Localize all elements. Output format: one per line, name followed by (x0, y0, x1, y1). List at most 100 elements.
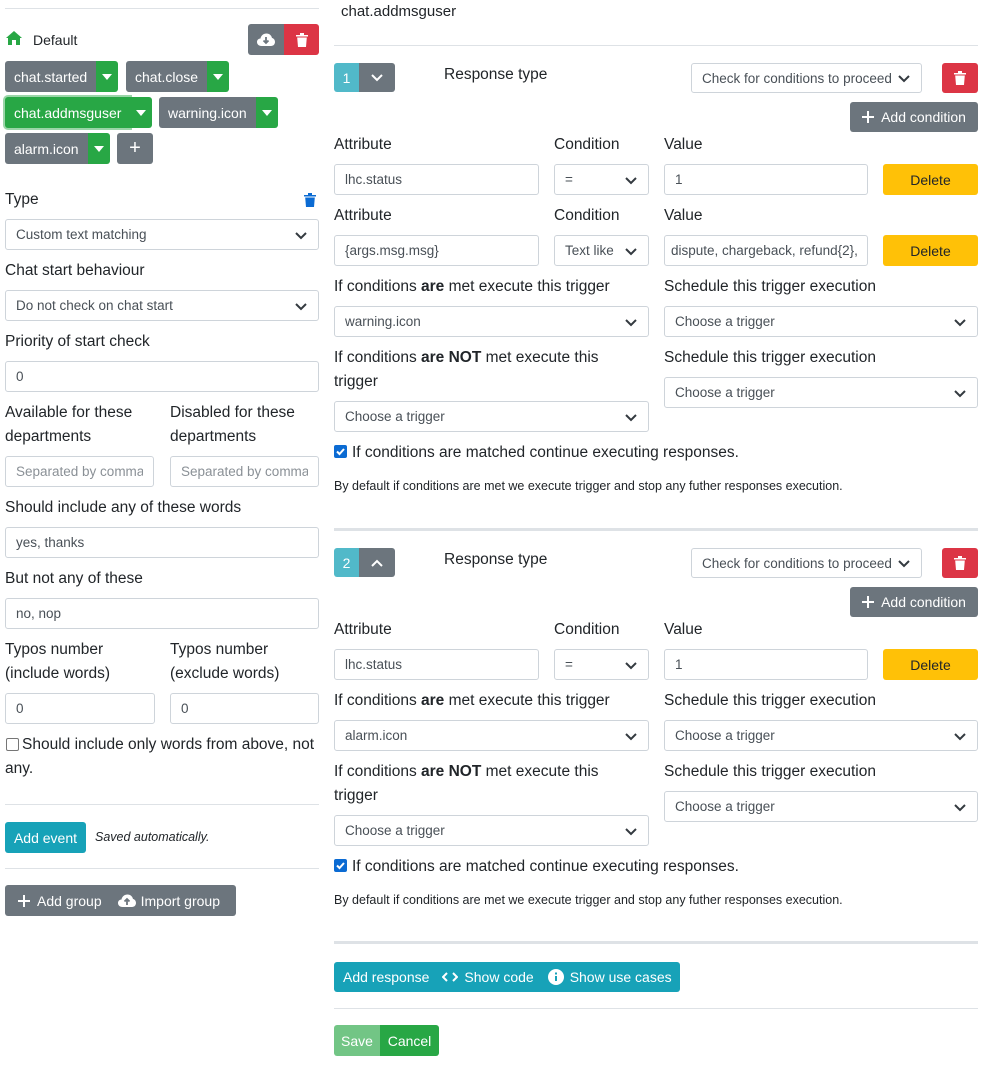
download-group-button[interactable] (248, 24, 284, 55)
delete-response-button[interactable] (942, 63, 978, 93)
add-response-button[interactable]: Add response (334, 969, 440, 985)
event-tag-label[interactable]: chat.started (5, 61, 97, 92)
response-number-badge: 2 (334, 548, 359, 577)
cloud-download-icon (257, 33, 275, 46)
met-trigger-value: warning.icon (345, 314, 421, 329)
typos-include-input[interactable]: 0 (5, 693, 155, 724)
event-tag-label[interactable]: warning.icon (159, 97, 256, 128)
met-schedule-select[interactable]: Choose a trigger (664, 306, 978, 337)
met-schedule-select[interactable]: Choose a trigger (664, 720, 978, 751)
delete-group-button[interactable] (284, 24, 319, 55)
add-condition-button[interactable]: Add condition (850, 102, 978, 132)
caret-down-icon[interactable] (87, 133, 110, 164)
attribute-input[interactable]: lhc.status (334, 164, 539, 195)
typos-exclude-input[interactable]: 0 (170, 693, 319, 724)
chat-start-select[interactable]: Do not check on chat start (5, 290, 319, 321)
condition-select[interactable]: = (554, 649, 649, 680)
plus-icon (18, 894, 30, 907)
attribute-input[interactable]: lhc.status (334, 649, 539, 680)
show-use-cases-button[interactable]: Show use cases (544, 969, 680, 985)
caret-down-icon[interactable] (255, 97, 278, 128)
delete-condition-button[interactable]: Delete (883, 164, 978, 195)
sidebar-divider (5, 804, 319, 805)
chevron-down-icon (625, 413, 637, 421)
delete-condition-button[interactable]: Delete (883, 235, 978, 266)
value-input[interactable]: dispute, chargeback, refund{2}, (664, 235, 868, 266)
disabled-departments-input[interactable]: Separated by commas (170, 456, 319, 487)
continue-checkbox[interactable] (334, 445, 347, 458)
condition-value: = (565, 172, 573, 187)
add-event-button[interactable]: Add event (5, 822, 86, 853)
typos-exclude-label: Typos number (exclude words) (170, 641, 280, 682)
value-value: 1 (675, 657, 683, 672)
continue-label: If conditions are matched continue execu… (352, 858, 739, 875)
event-tag-warning-icon[interactable]: warning.icon (159, 97, 278, 128)
plus-icon (862, 596, 875, 608)
condition-select[interactable]: = (554, 164, 649, 195)
exclude-words-input[interactable]: no, nop (5, 598, 319, 629)
chat-start-label: Chat start behaviour (5, 262, 145, 279)
delete-response-button[interactable] (942, 548, 978, 578)
met-trigger-select[interactable]: warning.icon (334, 306, 649, 337)
event-tag-chat-close[interactable]: chat.close (126, 61, 230, 92)
available-departments-input[interactable]: Separated by commas (5, 456, 154, 487)
type-select[interactable]: Custom text matching (5, 219, 319, 250)
event-tag-chat-started[interactable]: chat.started (5, 61, 119, 92)
attribute-value: lhc.status (345, 172, 403, 187)
notmet-trigger-select[interactable]: Choose a trigger (334, 401, 649, 432)
response-type-value: Check for conditions to proceed (702, 555, 892, 571)
value-value: dispute, chargeback, refund{2}, (671, 243, 858, 258)
event-tag-label[interactable]: chat.addmsguser (5, 97, 131, 128)
plus-icon (862, 111, 875, 123)
met-trigger-label: If conditions are met execute this trigg… (334, 692, 610, 709)
chevron-down-icon (295, 231, 307, 239)
event-tag-alarm-icon[interactable]: alarm.icon (5, 133, 110, 164)
met-schedule-value: Choose a trigger (675, 314, 775, 329)
value-input[interactable]: 1 (664, 649, 868, 680)
disabled-departments-label: Disabled for these departments (170, 404, 295, 445)
response-type-label: Response type (444, 551, 548, 568)
value-input[interactable]: 1 (664, 164, 868, 195)
add-event-tag-button[interactable]: + (117, 133, 153, 164)
typos-include-label: Typos number (include words) (5, 641, 111, 682)
trash-icon[interactable] (304, 193, 316, 207)
chevron-down-icon (371, 73, 383, 81)
condition-select[interactable]: Text like (554, 235, 649, 266)
include-words-input[interactable]: yes, thanks (5, 527, 319, 558)
save-button[interactable]: Save (334, 1025, 380, 1056)
notmet-trigger-select[interactable]: Choose a trigger (334, 815, 649, 846)
response-type-select[interactable]: Check for conditions to proceed (691, 548, 922, 578)
caret-down-icon[interactable] (130, 97, 153, 128)
notmet-schedule-select[interactable]: Choose a trigger (664, 377, 978, 408)
caret-down-icon[interactable] (207, 61, 230, 92)
add-group-button[interactable]: Add group (5, 893, 108, 909)
response-type-select[interactable]: Check for conditions to proceed (691, 63, 922, 93)
chevron-down-icon (625, 661, 637, 669)
event-tag-label[interactable]: chat.close (126, 61, 208, 92)
include-words-value: yes, thanks (16, 535, 85, 550)
add-condition-label: Add condition (881, 594, 966, 610)
move-up-button[interactable] (359, 548, 395, 577)
event-tag-chat-addmsguser[interactable]: chat.addmsguser (5, 97, 153, 128)
show-code-button[interactable]: Show code (440, 969, 543, 985)
default-group-label: Default (33, 32, 78, 48)
chevron-down-icon (954, 732, 966, 740)
priority-input[interactable]: 0 (5, 361, 319, 392)
cancel-button[interactable]: Cancel (380, 1025, 439, 1056)
condition-label: Condition (554, 621, 620, 638)
continue-checkbox[interactable] (334, 859, 347, 872)
typos-include-value: 0 (16, 701, 24, 716)
event-tag-label[interactable]: alarm.icon (5, 133, 88, 164)
met-schedule-value: Choose a trigger (675, 728, 775, 743)
continue-note: By default if conditions are met we exec… (334, 893, 843, 907)
add-group-label: Add group (37, 892, 102, 909)
move-down-button[interactable] (359, 63, 395, 92)
notmet-schedule-select[interactable]: Choose a trigger (664, 791, 978, 822)
attribute-input[interactable]: {args.msg.msg} (334, 235, 539, 266)
delete-condition-button[interactable]: Delete (883, 649, 978, 680)
import-group-button[interactable]: Import group (108, 893, 228, 909)
notmet-trigger-value: Choose a trigger (345, 823, 445, 838)
caret-down-icon[interactable] (96, 61, 119, 92)
met-trigger-select[interactable]: alarm.icon (334, 720, 649, 751)
add-condition-button[interactable]: Add condition (850, 587, 978, 617)
